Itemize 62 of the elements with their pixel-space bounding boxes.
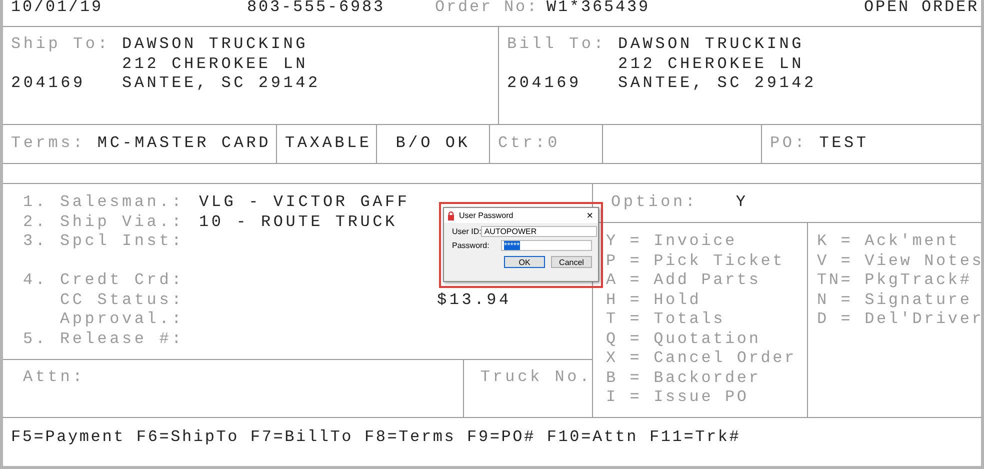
terms-value: MC-MASTER CARD bbox=[97, 134, 272, 154]
counter-text: Ctr:0 bbox=[498, 134, 560, 154]
menu-option: X = Cancel Order bbox=[606, 349, 807, 368]
menu-option: B = Backorder bbox=[606, 368, 807, 388]
field-number: 3. bbox=[23, 232, 49, 252]
password-field[interactable]: ***** bbox=[501, 240, 592, 251]
field-label: Release #: bbox=[60, 330, 186, 349]
order-status: OPEN ORDER bbox=[864, 0, 979, 18]
menu-option: I = Issue PO bbox=[606, 388, 807, 408]
customer-name: DAWSON TRUCKING bbox=[122, 35, 310, 54]
menu-option: A = Add Parts bbox=[606, 271, 807, 290]
amount-text: $13.94 bbox=[437, 290, 512, 310]
user-id-label: User ID: bbox=[452, 227, 482, 236]
cancel-button[interactable]: Cancel bbox=[551, 256, 592, 268]
po-value: TEST bbox=[819, 134, 869, 154]
menu-option: H = Hold bbox=[606, 290, 807, 310]
street-address: 212 CHEROKEE LN bbox=[618, 54, 806, 74]
option-value: Y bbox=[736, 193, 748, 213]
menu-option: Y = Invoice bbox=[606, 232, 807, 252]
field-number: 2. bbox=[23, 212, 49, 232]
field-value: 10 - ROUTE TRUCK bbox=[199, 212, 398, 232]
taxable-text: TAXABLE bbox=[285, 134, 372, 154]
option-label: Option: bbox=[611, 193, 698, 213]
street-address: 212 CHEROKEE LN bbox=[122, 54, 310, 74]
menu-option: T = Totals bbox=[606, 310, 807, 330]
function-key-legend: F5=Payment F6=ShipTo F7=BillTo F8=Terms F9=PO# F10=Attn F11=Trk# bbox=[11, 428, 741, 448]
ok-button[interactable]: OK bbox=[504, 256, 545, 268]
bill-to-label: Bill To: bbox=[507, 35, 608, 54]
backorder-text: B/O OK bbox=[396, 134, 470, 154]
customer-name: DAWSON TRUCKING bbox=[618, 35, 806, 54]
account-number: 204169 bbox=[11, 74, 86, 94]
field-label: CC Status: bbox=[60, 290, 186, 310]
city-state-zip: SANTEE, SC 29142 bbox=[618, 74, 818, 94]
menu-option: V = View Notes bbox=[817, 252, 981, 271]
field-label: Approval.: bbox=[60, 310, 186, 330]
menu-option: D = Del'Driver bbox=[817, 310, 981, 330]
city-state-zip: SANTEE, SC 29142 bbox=[122, 74, 322, 94]
phone-number: 803-555-6983 bbox=[247, 0, 386, 18]
ship-to-label: Ship To: bbox=[11, 35, 112, 54]
field-number: 1. bbox=[23, 193, 49, 212]
terms-label: Terms: bbox=[11, 134, 86, 154]
close-button[interactable]: × bbox=[584, 210, 595, 222]
field-number: 5. bbox=[23, 330, 49, 349]
dialog-title: User Password bbox=[459, 211, 514, 220]
password-label: Password: bbox=[452, 241, 490, 250]
truck-number-label: Truck No. bbox=[480, 368, 592, 386]
menu-option: TN= PkgTrack# bbox=[817, 271, 981, 290]
po-label: PO: bbox=[770, 134, 808, 154]
field-label: Spcl Inst: bbox=[60, 232, 186, 252]
field-number: 4. bbox=[23, 271, 49, 290]
menu-option: N = Signature bbox=[817, 290, 981, 310]
account-number: 204169 bbox=[507, 74, 582, 94]
menu-option: Q = Quotation bbox=[606, 330, 807, 349]
field-label: Ship Via.: bbox=[60, 212, 186, 232]
menu-option: K = Ack'ment bbox=[817, 232, 981, 252]
field-label: Credt Crd: bbox=[60, 271, 186, 290]
attn-label: Attn: bbox=[23, 368, 86, 386]
field-label: Salesman.: bbox=[60, 193, 186, 212]
field-value: VLG - VICTOR GAFF bbox=[199, 193, 411, 212]
menu-option: P = Pick Ticket bbox=[606, 252, 807, 271]
user-id-field[interactable]: AUTOPOWER bbox=[481, 226, 598, 237]
lock-icon bbox=[447, 210, 455, 220]
